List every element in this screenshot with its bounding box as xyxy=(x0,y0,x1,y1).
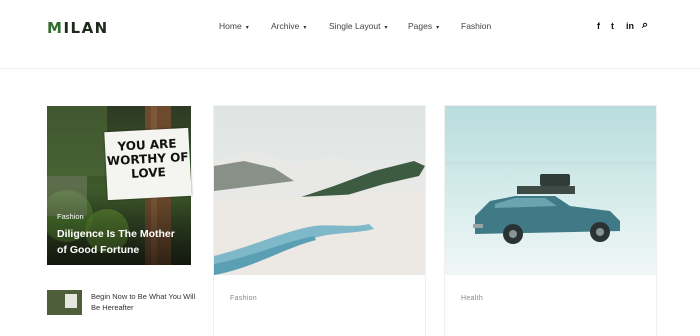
post-card: Fashion xyxy=(214,106,425,336)
post-image[interactable] xyxy=(445,106,656,275)
car-photo xyxy=(445,106,656,275)
nav-item-archive[interactable]: Archive ▾ xyxy=(271,21,306,31)
nav-label: Home xyxy=(219,21,242,31)
sign-text: YOU ARE WORTHY OF LOVE xyxy=(106,136,189,181)
logo-initial: M xyxy=(47,19,64,37)
twitter-icon[interactable]: t xyxy=(611,21,614,31)
post-image[interactable] xyxy=(214,106,425,275)
chevron-down-icon: ▾ xyxy=(436,25,440,31)
nav-label: Fashion xyxy=(461,21,492,31)
nav-label: Pages xyxy=(408,21,433,31)
recent-thumb-photo xyxy=(47,290,82,315)
nav-label: Archive xyxy=(271,21,300,31)
love-sign: YOU ARE WORTHY OF LOVE xyxy=(104,127,192,201)
site-logo[interactable]: MILAN xyxy=(47,19,109,37)
nav-item-fashion[interactable]: Fashion xyxy=(461,21,491,31)
post-category[interactable]: Fashion xyxy=(230,295,257,302)
nav-item-home[interactable]: Home ▾ xyxy=(219,21,249,31)
nav-label: Single Layout xyxy=(329,21,381,31)
recent-post-title[interactable]: Begin Now to Be What You Will Be Hereaft… xyxy=(91,291,201,313)
featured-category[interactable]: Fashion xyxy=(57,212,84,221)
search-icon[interactable]: ⌕ xyxy=(642,19,648,32)
post-card: Health xyxy=(445,106,656,336)
nav-item-pages[interactable]: Pages ▾ xyxy=(408,21,439,31)
site-header: MILAN Home ▾ Archive ▾ Single Layout ▾ Page… xyxy=(0,0,700,69)
linkedin-icon[interactable]: in xyxy=(626,21,634,31)
facebook-icon[interactable]: f xyxy=(597,21,600,31)
glacier-photo xyxy=(214,106,425,275)
featured-title[interactable]: Diligence Is The Mother of Good Fortune xyxy=(57,226,187,258)
chevron-down-icon: ▾ xyxy=(245,25,249,31)
chevron-down-icon: ▾ xyxy=(384,25,388,31)
chevron-down-icon: ▾ xyxy=(303,25,307,31)
nav-item-single-layout[interactable]: Single Layout ▾ xyxy=(329,21,388,31)
recent-post-thumbnail[interactable] xyxy=(47,290,82,315)
post-category[interactable]: Health xyxy=(461,295,483,302)
logo-rest: ILAN xyxy=(63,19,109,37)
